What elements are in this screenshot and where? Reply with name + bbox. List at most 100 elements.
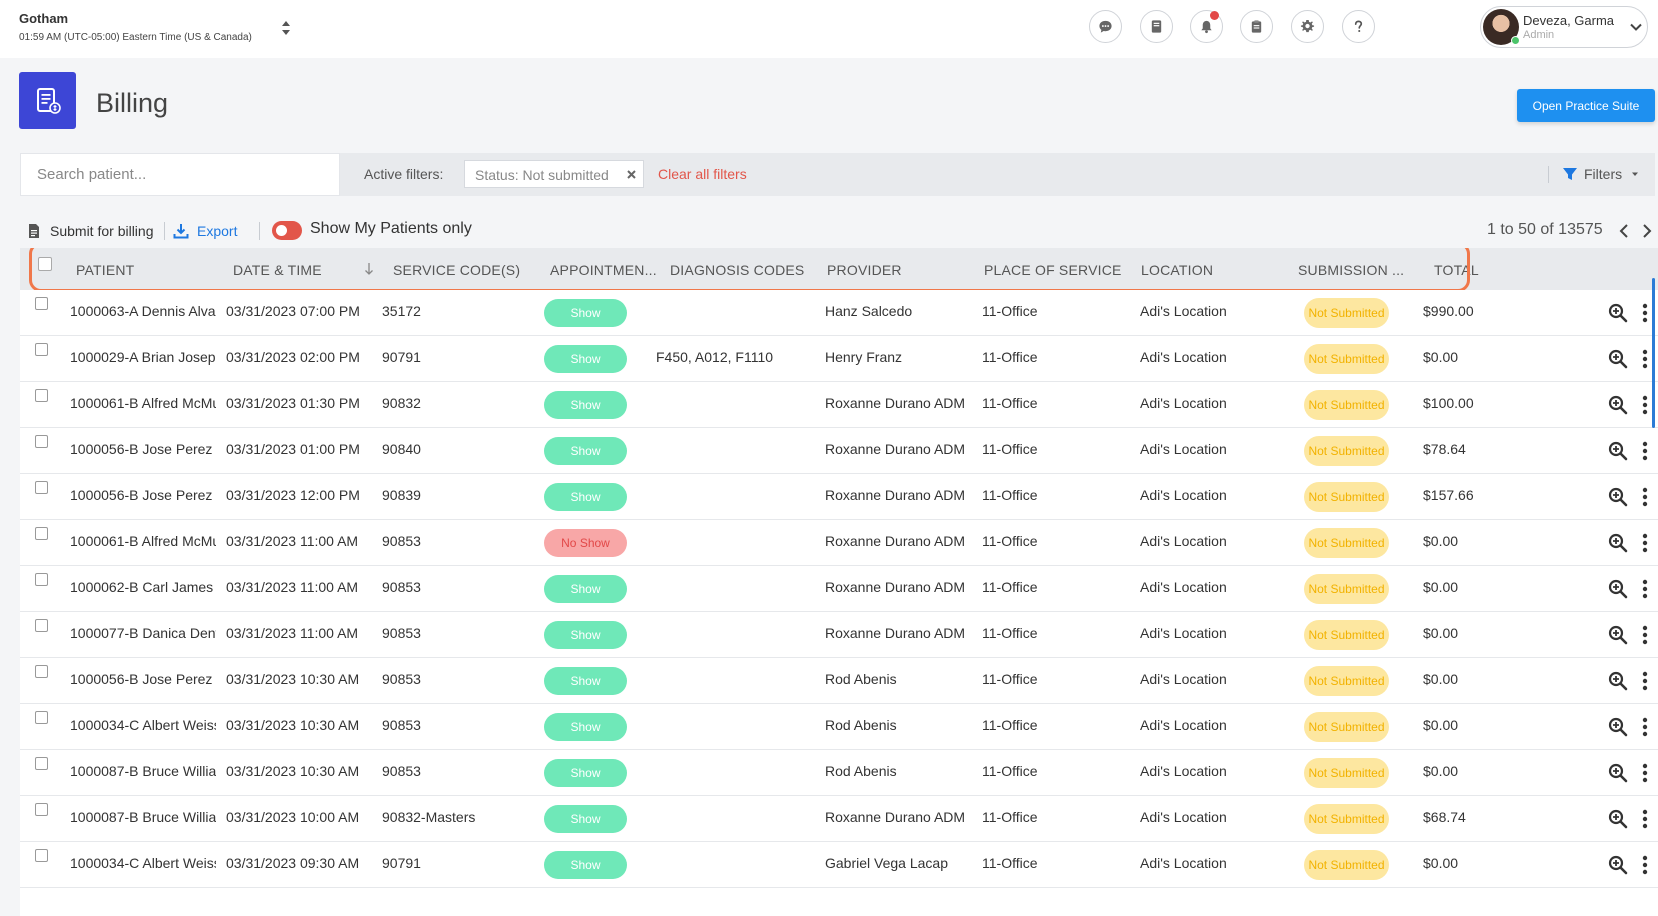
table-row[interactable]: 1000061-B Alfred McMu 03/31/2023 01:30 PM… (20, 382, 1658, 428)
table-row[interactable]: 1000063-A Dennis Alvar 03/31/2023 07:00 P… (20, 290, 1658, 336)
more-vertical-icon[interactable] (1640, 670, 1650, 692)
table-row[interactable]: 1000062-B Carl James 03/31/2023 11:00 AM 9… (20, 566, 1658, 612)
cell-patient[interactable]: 1000056-B Jose Perez (70, 441, 216, 457)
bell-icon[interactable] (1190, 10, 1223, 43)
column-header-service-codes[interactable]: SERVICE CODE(S) (393, 262, 520, 278)
chat-icon[interactable] (1089, 10, 1122, 43)
gear-icon[interactable] (1291, 10, 1324, 43)
row-checkbox[interactable] (35, 849, 48, 862)
cell-patient[interactable]: 1000077-B Danica Denv (70, 625, 216, 641)
cell-patient[interactable]: 1000056-B Jose Perez (70, 487, 216, 503)
sort-down-icon[interactable] (364, 262, 374, 276)
cell-location: Adi's Location (1140, 579, 1227, 595)
book-icon[interactable] (1140, 10, 1173, 43)
row-checkbox[interactable] (35, 711, 48, 724)
cell-patient[interactable]: 1000061-B Alfred McMu (70, 533, 216, 549)
zoom-icon[interactable] (1608, 717, 1628, 737)
table-row[interactable]: 1000087-B Bruce Williar 03/31/2023 10:30 … (20, 750, 1658, 796)
cell-patient[interactable]: 1000034-C Albert Weiss (70, 717, 216, 733)
open-practice-suite-button[interactable]: Open Practice Suite (1517, 89, 1655, 122)
cell-patient[interactable]: 1000034-C Albert Weiss (70, 855, 216, 871)
cell-patient[interactable]: 1000061-B Alfred McMu (70, 395, 216, 411)
user-menu[interactable]: Deveza, Garma Admin (1480, 6, 1648, 48)
export-button[interactable]: Export (173, 222, 237, 240)
column-header-date-time[interactable]: DATE & TIME (233, 262, 322, 278)
zoom-icon[interactable] (1608, 855, 1628, 875)
cell-patient[interactable]: 1000063-A Dennis Alvar (70, 303, 216, 319)
column-header-patient[interactable]: PATIENT (76, 262, 134, 278)
zoom-icon[interactable] (1608, 671, 1628, 691)
more-vertical-icon[interactable] (1640, 486, 1650, 508)
row-checkbox[interactable] (35, 389, 48, 402)
column-header-diagnosis-codes[interactable]: DIAGNOSIS CODES (670, 262, 804, 278)
column-header-appointment[interactable]: APPOINTMEN... (550, 262, 657, 278)
clear-all-filters-link[interactable]: Clear all filters (658, 166, 747, 182)
table-row[interactable]: 1000056-B Jose Perez 03/31/2023 12:00 PM 9… (20, 474, 1658, 520)
zoom-icon[interactable] (1608, 625, 1628, 645)
search-input[interactable] (20, 153, 340, 196)
column-header-location[interactable]: LOCATION (1141, 262, 1213, 278)
zoom-icon[interactable] (1608, 533, 1628, 553)
table-row[interactable]: 1000087-B Bruce Williar 03/31/2023 10:00 … (20, 796, 1658, 842)
show-my-patients-toggle[interactable] (272, 221, 302, 240)
row-checkbox[interactable] (35, 573, 48, 586)
more-vertical-icon[interactable] (1640, 578, 1650, 600)
zoom-icon[interactable] (1608, 349, 1628, 369)
cell-patient[interactable]: 1000087-B Bruce Williar (70, 763, 216, 779)
row-checkbox[interactable] (35, 481, 48, 494)
cell-patient[interactable]: 1000029-A Brian Josepl (70, 349, 216, 365)
row-checkbox[interactable] (35, 665, 48, 678)
more-vertical-icon[interactable] (1640, 394, 1650, 416)
cell-patient[interactable]: 1000056-B Jose Perez (70, 671, 216, 687)
table-row[interactable]: 1000029-A Brian Josepl 03/31/2023 02:00 P… (20, 336, 1658, 382)
more-vertical-icon[interactable] (1640, 532, 1650, 554)
table-row[interactable]: 1000056-B Jose Perez 03/31/2023 01:00 PM 9… (20, 428, 1658, 474)
chevron-left-icon[interactable] (1617, 222, 1631, 240)
row-checkbox[interactable] (35, 343, 48, 356)
zoom-icon[interactable] (1608, 763, 1628, 783)
cell-date: 03/31/2023 11:00 AM (226, 533, 359, 549)
chevron-right-icon[interactable] (1640, 222, 1654, 240)
more-vertical-icon[interactable] (1640, 302, 1650, 324)
row-checkbox[interactable] (35, 527, 48, 540)
clipboard-icon[interactable] (1240, 10, 1273, 43)
more-vertical-icon[interactable] (1640, 624, 1650, 646)
cell-provider: Henry Franz (825, 349, 903, 365)
filters-button[interactable]: Filters (1562, 164, 1642, 184)
column-header-place-of-service[interactable]: PLACE OF SERVICE (984, 262, 1122, 278)
zoom-icon[interactable] (1608, 809, 1628, 829)
column-header-total[interactable]: TOTAL (1434, 262, 1479, 278)
table-row[interactable]: 1000056-B Jose Perez 03/31/2023 10:30 AM 9… (20, 658, 1658, 704)
zoom-icon[interactable] (1608, 487, 1628, 507)
help-icon[interactable] (1342, 10, 1375, 43)
table-row[interactable]: 1000061-B Alfred McMu 03/31/2023 11:00 AM… (20, 520, 1658, 566)
column-header-submission[interactable]: SUBMISSION ... (1298, 262, 1404, 278)
column-header-provider[interactable]: PROVIDER (827, 262, 902, 278)
select-all-checkbox[interactable] (38, 257, 52, 271)
org-switch-icon[interactable] (280, 17, 292, 39)
cell-patient[interactable]: 1000087-B Bruce Williar (70, 809, 216, 825)
row-checkbox[interactable] (35, 435, 48, 448)
more-vertical-icon[interactable] (1640, 716, 1650, 738)
zoom-icon[interactable] (1608, 579, 1628, 599)
scrollbar[interactable] (1652, 278, 1655, 428)
more-vertical-icon[interactable] (1640, 854, 1650, 876)
more-vertical-icon[interactable] (1640, 762, 1650, 784)
zoom-icon[interactable] (1608, 395, 1628, 415)
zoom-icon[interactable] (1608, 441, 1628, 461)
table-row[interactable]: 1000034-C Albert Weiss 03/31/2023 10:30 A… (20, 704, 1658, 750)
more-vertical-icon[interactable] (1640, 808, 1650, 830)
row-checkbox[interactable] (35, 619, 48, 632)
more-vertical-icon[interactable] (1640, 348, 1650, 370)
row-checkbox[interactable] (35, 757, 48, 770)
row-checkbox[interactable] (35, 297, 48, 310)
close-icon[interactable] (625, 168, 638, 181)
table-row[interactable]: 1000077-B Danica Denv 03/31/2023 11:00 AM… (20, 612, 1658, 658)
zoom-icon[interactable] (1608, 303, 1628, 323)
table-row[interactable]: 1000034-C Albert Weiss 03/31/2023 09:30 A… (20, 842, 1658, 888)
more-vertical-icon[interactable] (1640, 440, 1650, 462)
submission-status-badge: Not Submitted (1304, 850, 1389, 880)
row-checkbox[interactable] (35, 803, 48, 816)
submit-for-billing-button[interactable]: Submit for billing (26, 222, 154, 240)
cell-patient[interactable]: 1000062-B Carl James (70, 579, 216, 595)
